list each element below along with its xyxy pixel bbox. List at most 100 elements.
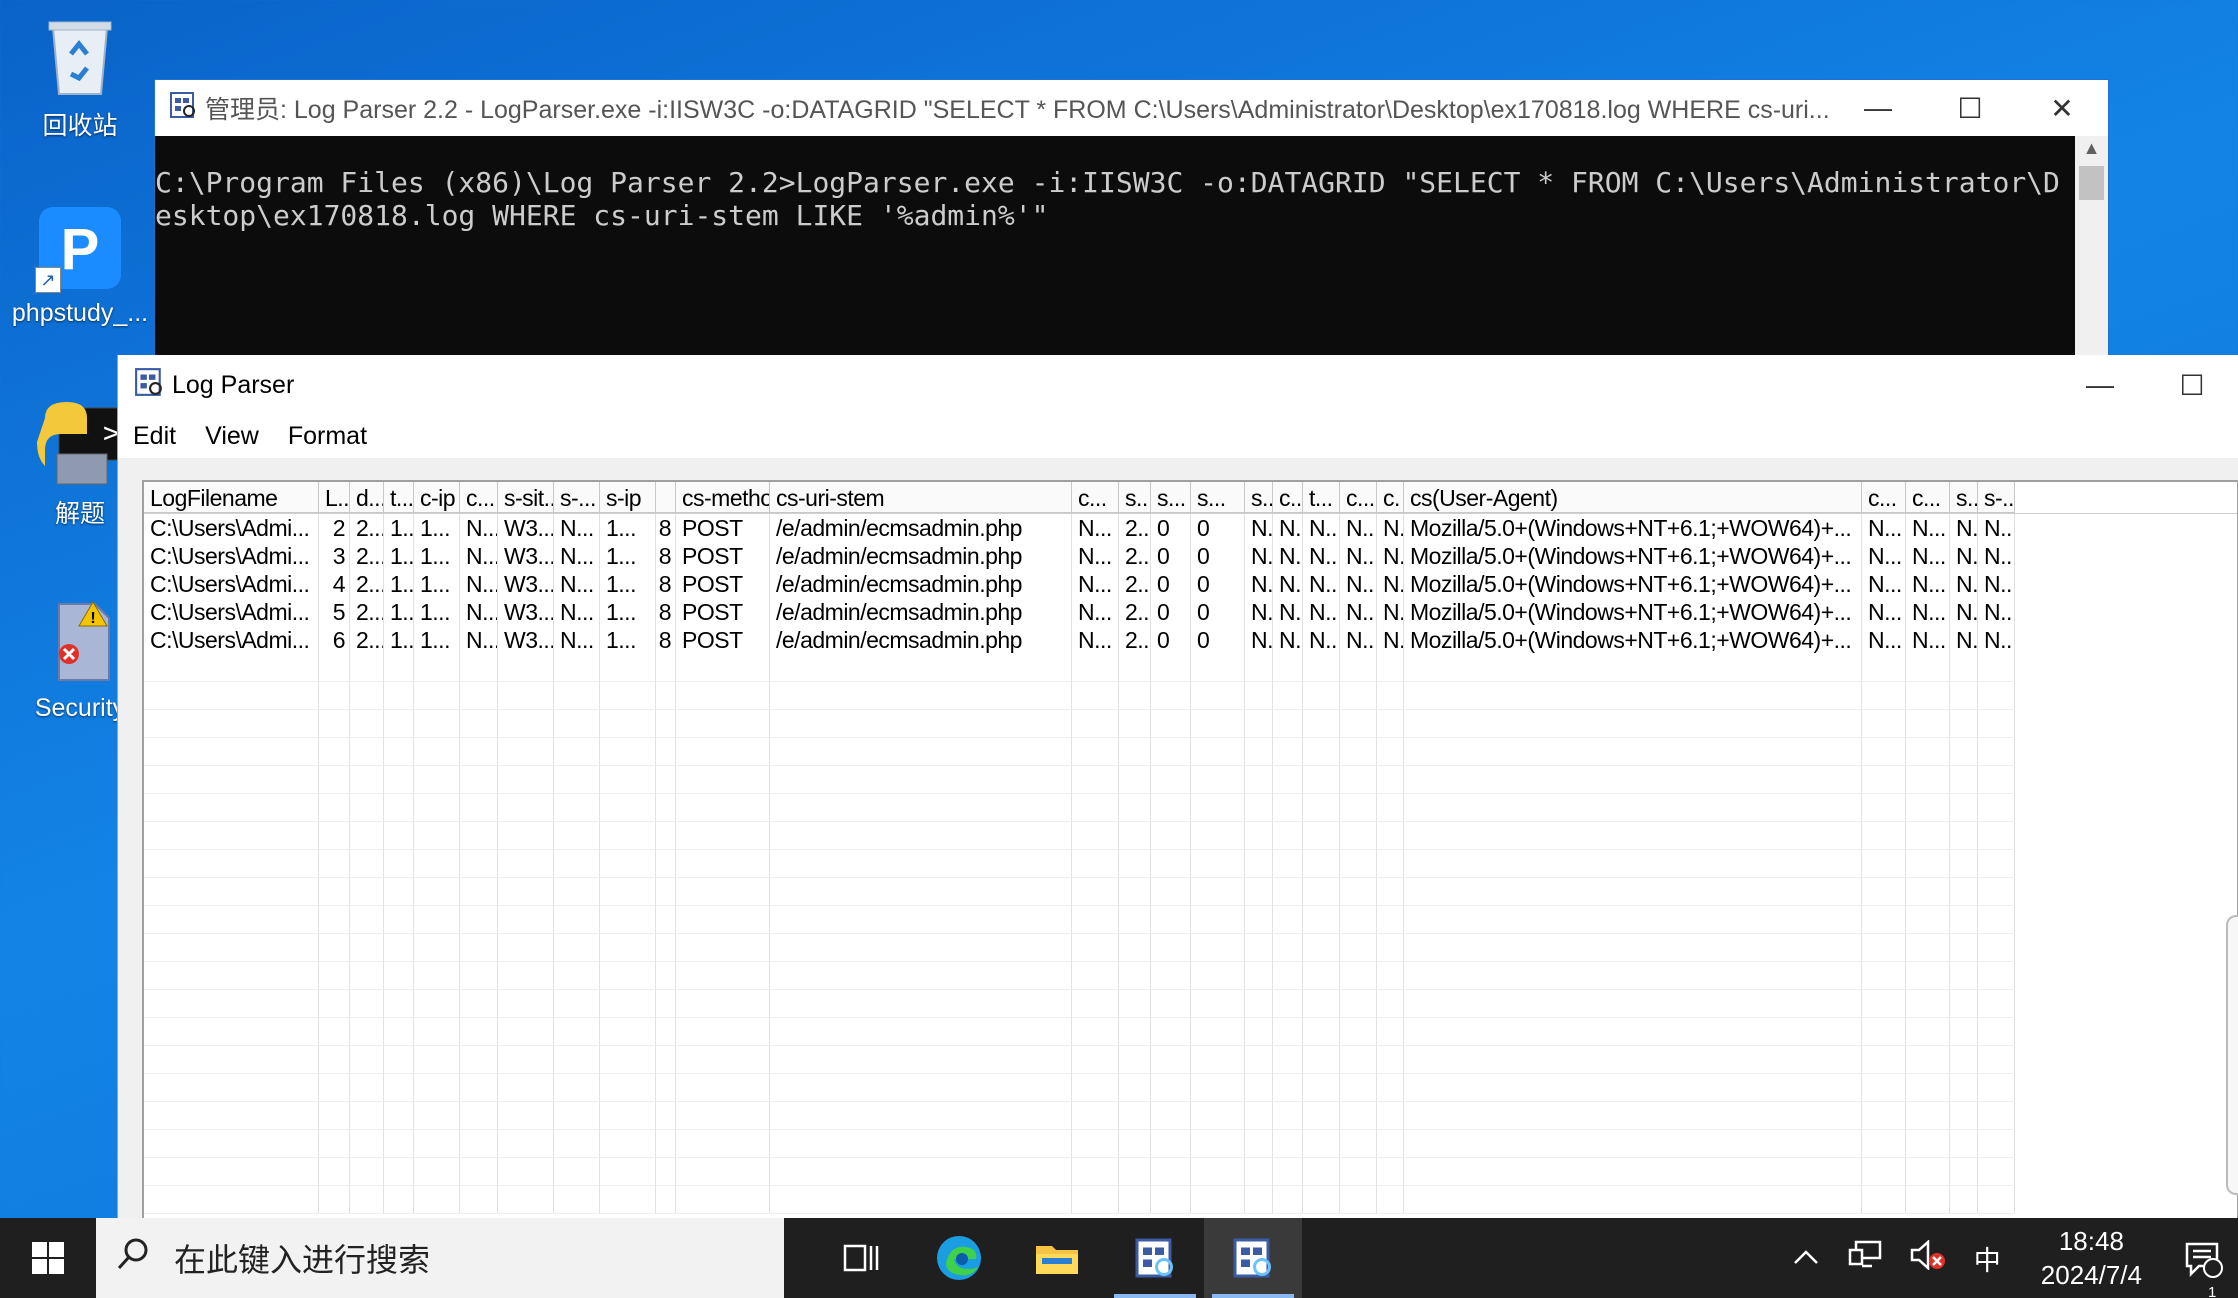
table-cell[interactable]: 2... <box>350 542 384 570</box>
table-cell[interactable]: N.. <box>1273 514 1303 542</box>
table-cell[interactable]: C:\Users\Admi... <box>144 542 319 570</box>
table-cell[interactable]: N.. <box>1950 570 1978 598</box>
network-icon[interactable] <box>1834 1240 1896 1277</box>
table-cell[interactable]: N.. <box>1950 626 1978 654</box>
table-cell[interactable]: Mozilla/5.0+(Windows+NT+6.1;+WOW64)+... <box>1404 626 1862 654</box>
table-cell[interactable]: N.. <box>1950 542 1978 570</box>
table-cell[interactable]: N.. <box>1377 598 1404 626</box>
table-cell[interactable]: N... <box>1072 598 1119 626</box>
table-row[interactable]: C:\Users\Admi...32...1...1...N...W3...N.… <box>144 542 2237 570</box>
scroll-up-arrow-icon[interactable]: ▲ <box>2075 138 2108 159</box>
input-method-indicator[interactable]: 中 <box>1960 1239 2015 1278</box>
console-output[interactable]: C:\Program Files (x86)\Log Parser 2.2>Lo… <box>155 136 2075 360</box>
table-cell[interactable]: 1... <box>600 626 656 654</box>
table-cell[interactable]: W3... <box>498 570 554 598</box>
task-view-button[interactable] <box>812 1218 910 1298</box>
column-header[interactable]: s-ip <box>600 482 656 513</box>
table-cell[interactable]: N... <box>1978 598 2015 626</box>
table-cell[interactable]: N.. <box>1377 514 1404 542</box>
table-cell[interactable]: N... <box>1072 542 1119 570</box>
table-cell[interactable]: 0 <box>1151 514 1191 542</box>
column-header[interactable]: c... <box>1862 482 1906 513</box>
table-cell[interactable]: N... <box>1978 570 2015 598</box>
column-header[interactable]: t... <box>1303 482 1340 513</box>
table-row[interactable]: C:\Users\Admi...62...1...1...N...W3...N.… <box>144 626 2237 654</box>
table-cell[interactable]: 0 <box>1191 570 1245 598</box>
column-header[interactable]: s-sit... <box>498 482 554 513</box>
table-cell[interactable]: N.. <box>1245 514 1273 542</box>
table-cell[interactable]: 1... <box>414 514 460 542</box>
table-cell[interactable]: W3... <box>498 514 554 542</box>
table-cell[interactable]: N... <box>1862 626 1906 654</box>
table-cell[interactable]: 1... <box>384 570 414 598</box>
table-cell[interactable]: N... <box>460 514 498 542</box>
table-cell[interactable]: Mozilla/5.0+(Windows+NT+6.1;+WOW64)+... <box>1404 542 1862 570</box>
table-cell[interactable]: N... <box>1340 542 1377 570</box>
table-cell[interactable]: N... <box>1978 542 2015 570</box>
table-cell[interactable]: 4 <box>319 570 350 598</box>
column-header[interactable]: s.. <box>1950 482 1978 513</box>
column-header[interactable]: t... <box>384 482 414 513</box>
volume-muted-icon[interactable] <box>1896 1238 1960 1277</box>
table-cell[interactable]: 2.. <box>1119 598 1151 626</box>
table-cell[interactable]: 2.. <box>1119 514 1151 542</box>
table-cell[interactable]: 1... <box>384 514 414 542</box>
column-header[interactable]: c... <box>460 482 498 513</box>
scrollbar-thumb[interactable] <box>2079 166 2104 200</box>
table-cell[interactable]: POST <box>676 514 770 542</box>
table-cell[interactable]: N... <box>1906 598 1950 626</box>
table-cell[interactable]: N.. <box>1377 542 1404 570</box>
table-cell[interactable]: 5 <box>319 598 350 626</box>
table-cell[interactable]: 8 <box>656 598 676 626</box>
table-cell[interactable]: W3... <box>498 598 554 626</box>
table-cell[interactable]: 1... <box>414 626 460 654</box>
file-explorer-button[interactable] <box>1008 1218 1106 1298</box>
start-button[interactable] <box>0 1218 96 1298</box>
table-cell[interactable]: 1... <box>414 570 460 598</box>
table-cell[interactable]: N... <box>1978 514 2015 542</box>
table-cell[interactable]: 2 <box>319 514 350 542</box>
logparser-window[interactable]: Log Parser — ☐ Edit View Format LogFilen… <box>117 355 2238 1220</box>
table-cell[interactable]: 0 <box>1191 514 1245 542</box>
table-row[interactable]: C:\Users\Admi...52...1...1...N...W3...N.… <box>144 598 2237 626</box>
table-cell[interactable]: N... <box>460 598 498 626</box>
results-datagrid[interactable]: LogFilenameL..d...t...c-ipc...s-sit...s-… <box>142 480 2238 1220</box>
table-cell[interactable]: 1... <box>414 598 460 626</box>
table-cell[interactable]: N... <box>554 598 600 626</box>
table-cell[interactable]: W3... <box>498 626 554 654</box>
table-cell[interactable]: 2... <box>350 570 384 598</box>
table-cell[interactable]: 1... <box>600 570 656 598</box>
table-cell[interactable]: 8 <box>656 626 676 654</box>
table-row[interactable]: C:\Users\Admi...42...1...1...N...W3...N.… <box>144 570 2237 598</box>
table-cell[interactable]: N... <box>1072 626 1119 654</box>
table-cell[interactable]: N... <box>1340 514 1377 542</box>
column-header[interactable]: s.. <box>1245 482 1273 513</box>
table-cell[interactable]: N... <box>554 570 600 598</box>
logparser-titlebar[interactable]: Log Parser — ☐ <box>118 355 2238 415</box>
table-cell[interactable]: N... <box>1303 514 1340 542</box>
table-row[interactable]: C:\Users\Admi...22...1...1...N...W3...N.… <box>144 514 2237 542</box>
desktop-icon-phpstudy[interactable]: P ↗ phpstudy_... <box>5 203 155 328</box>
table-cell[interactable]: N... <box>460 570 498 598</box>
column-header[interactable]: cs(User-Agent) <box>1404 482 1862 513</box>
table-cell[interactable]: N... <box>1303 598 1340 626</box>
table-cell[interactable]: N... <box>1072 570 1119 598</box>
table-cell[interactable]: 0 <box>1151 542 1191 570</box>
table-cell[interactable]: POST <box>676 598 770 626</box>
table-cell[interactable]: 2... <box>350 626 384 654</box>
table-cell[interactable]: /e/admin/ecmsadmin.php <box>770 570 1072 598</box>
minimize-button[interactable]: — <box>2054 357 2146 413</box>
table-cell[interactable]: 1... <box>600 542 656 570</box>
logparser-taskbar-button-active[interactable] <box>1204 1218 1302 1298</box>
table-cell[interactable]: 2.. <box>1119 570 1151 598</box>
table-cell[interactable]: N... <box>1072 514 1119 542</box>
maximize-button[interactable]: ☐ <box>2146 357 2238 413</box>
edge-button[interactable] <box>910 1218 1008 1298</box>
table-cell[interactable]: N... <box>1906 626 1950 654</box>
column-header[interactable]: c... <box>1340 482 1377 513</box>
table-cell[interactable]: 1... <box>414 542 460 570</box>
table-cell[interactable]: N.. <box>1273 626 1303 654</box>
table-cell[interactable]: Mozilla/5.0+(Windows+NT+6.1;+WOW64)+... <box>1404 514 1862 542</box>
table-cell[interactable]: N... <box>1303 570 1340 598</box>
table-cell[interactable]: 2.. <box>1119 626 1151 654</box>
